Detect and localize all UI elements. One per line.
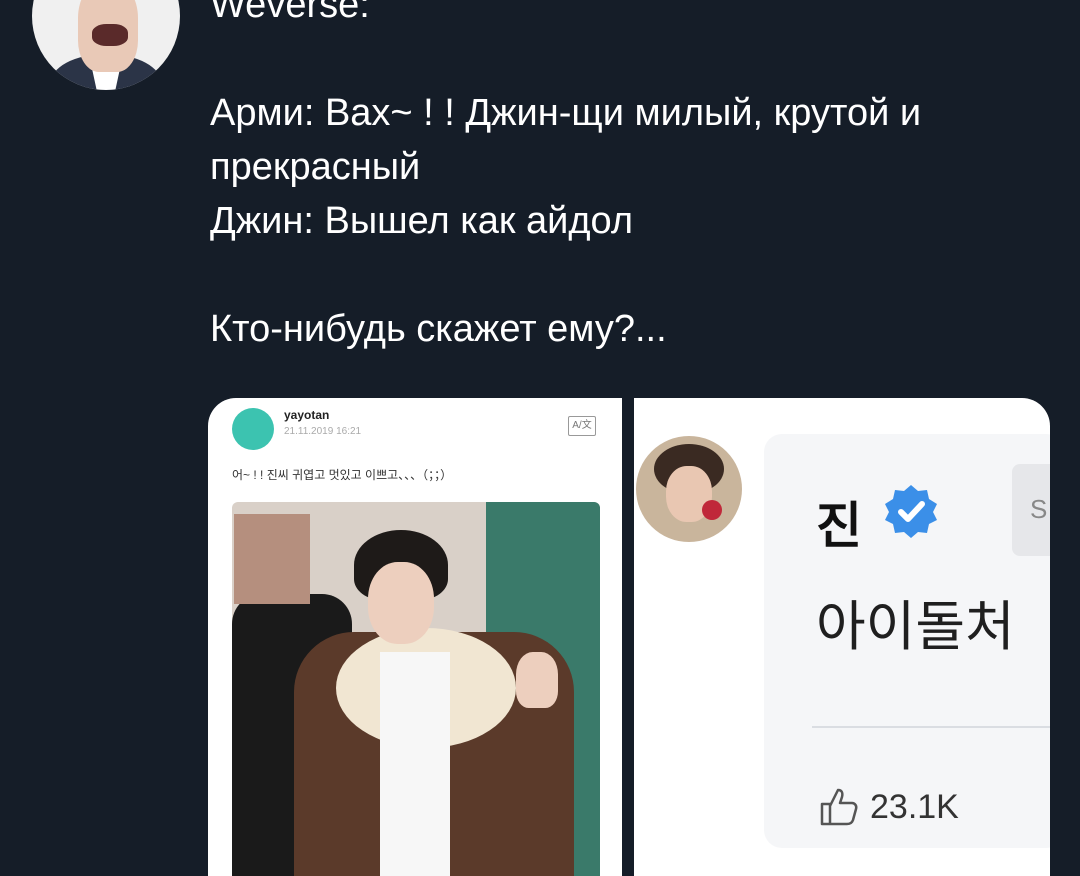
thumbs-up-icon[interactable] bbox=[816, 784, 860, 828]
photo-waving-hand bbox=[516, 652, 558, 708]
post-date: 21.11.2019 16:21 bbox=[284, 426, 362, 437]
thumbs-up-shape bbox=[820, 788, 858, 826]
yayotan-avatar bbox=[232, 408, 274, 450]
avatar-mouth bbox=[92, 24, 128, 46]
media-image-right[interactable]: 진 S 아이돌처 23.1K bbox=[634, 398, 1050, 876]
tweet-view: Weverse: Арми: Вах~ ! ! Джин-щи милый, к… bbox=[0, 0, 1080, 876]
side-button[interactable]: S bbox=[1012, 464, 1050, 556]
photo-shirt bbox=[380, 652, 450, 876]
like-count: 23.1K bbox=[870, 788, 959, 826]
jin-photo bbox=[232, 502, 600, 876]
translate-icon: A/文 bbox=[568, 416, 596, 436]
divider bbox=[812, 726, 1050, 728]
verified-badge-icon bbox=[885, 485, 937, 538]
media-image-left[interactable]: yayotan 21.11.2019 16:21 A/文 어~ ! ! 진씨 귀… bbox=[208, 398, 622, 876]
post-author-name: 진 bbox=[816, 498, 862, 554]
post-username: yayotan bbox=[284, 408, 330, 422]
avatar-rose bbox=[702, 500, 722, 520]
photo-bodyguard-head-blurred bbox=[234, 514, 310, 604]
author-avatar[interactable] bbox=[32, 0, 180, 90]
photo-face bbox=[368, 562, 434, 644]
post-text: 아이돌처 bbox=[816, 597, 1015, 657]
side-button-text: S bbox=[1030, 494, 1048, 524]
tweet-media[interactable]: yayotan 21.11.2019 16:21 A/文 어~ ! ! 진씨 귀… bbox=[208, 398, 1050, 876]
jin-avatar bbox=[636, 436, 742, 542]
weverse-post-card: 진 S 아이돌처 23.1K bbox=[764, 434, 1050, 848]
post-text: 어~ ! ! 진씨 귀엽고 멋있고 이쁘고、、、（；；） bbox=[232, 468, 453, 482]
tweet-text: Weverse: Арми: Вах~ ! ! Джин-щи милый, к… bbox=[210, 0, 922, 350]
